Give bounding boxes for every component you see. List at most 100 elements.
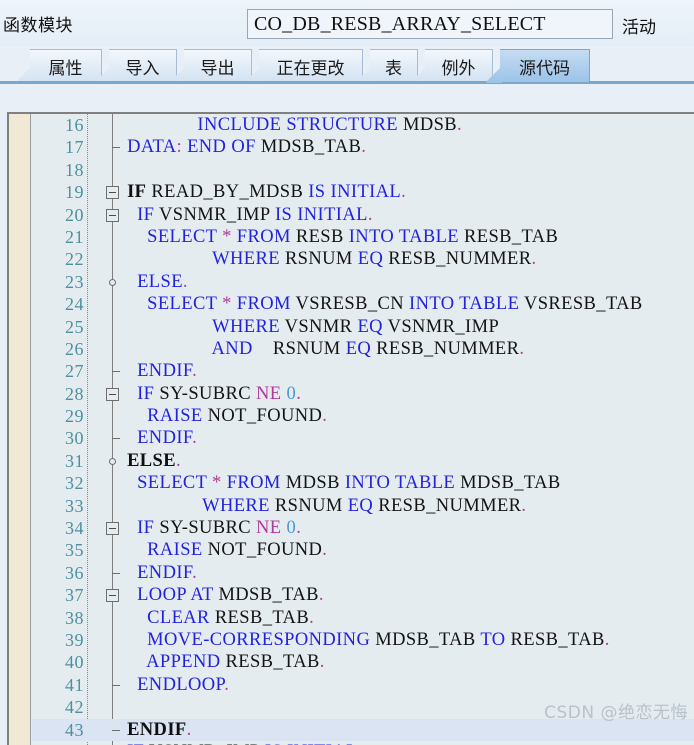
token-kw: WHERE: [212, 316, 280, 337]
line-number: 35: [65, 540, 84, 561]
token-id: VSNMR_IMP: [154, 204, 275, 225]
line-number: 39: [65, 629, 84, 650]
token-kwb: ENDIF: [127, 719, 187, 740]
code-line[interactable]: 42: [32, 696, 694, 718]
code-text: ENDIF.: [117, 427, 197, 449]
token-pun: .: [367, 204, 373, 225]
token-kw: IF: [137, 204, 155, 225]
token-id: [117, 406, 147, 426]
code-line[interactable]: 35 RAISE NOT_FOUND.: [32, 539, 694, 561]
code-text: IF VSNMR_IMP IS INITIAL: [117, 741, 358, 745]
token-kw: INTO TABLE: [409, 294, 520, 315]
token-star: *: [222, 226, 232, 247]
token-id: MDSB_TAB: [213, 585, 319, 606]
code-line[interactable]: 29 RAISE NOT_FOUND.: [32, 405, 694, 427]
code-scroll-area[interactable]: 16 INCLUDE STRUCTURE MDSB. 17 DATA: END O…: [32, 114, 694, 745]
token-kw: EQ: [357, 316, 383, 337]
code-line[interactable]: 34 IF SY-SUBRC NE 0.: [32, 517, 694, 539]
line-number: 25: [65, 316, 84, 337]
token-pun: .: [192, 361, 198, 382]
line-number: 42: [65, 697, 84, 718]
code-line[interactable]: 31 ELSE.: [32, 450, 694, 472]
token-pun: NE: [256, 383, 282, 404]
code-line[interactable]: 17 DATA: END OF MDSB_TAB.: [32, 136, 694, 158]
code-line[interactable]: 32 SELECT * FROM MDSB INTO TABLE MDSB_TA…: [32, 472, 694, 494]
token-kw: ENDIF: [137, 562, 193, 583]
line-number: 30: [65, 428, 84, 449]
token-kw: ELSE: [137, 271, 183, 292]
token-pun: .: [192, 428, 198, 449]
code-text: SELECT * FROM RESB INTO TABLE RESB_TAB: [117, 226, 558, 248]
editor-left-margin: [9, 114, 31, 745]
code-line[interactable]: 27 ENDIF.: [32, 360, 694, 382]
code-line[interactable]: 25 WHERE VSNMR EQ VSNMR_IMP: [32, 316, 694, 338]
token-id: RESB_TAB: [505, 629, 605, 650]
code-line[interactable]: 24 SELECT * FROM VSRESB_CN INTO TABLE VS…: [32, 293, 694, 315]
token-id: SY-SUBRC: [154, 383, 257, 404]
code-line[interactable]: 19 IF READ_BY_MDSB IS INITIAL.: [32, 181, 694, 203]
code-line[interactable]: 26 AND RSNUM EQ RESB_NUMMER.: [32, 338, 694, 360]
token-kw: RAISE: [147, 406, 203, 427]
code-line[interactable]: 41 ENDLOOP.: [32, 674, 694, 696]
token-id: RESB_TAB: [209, 607, 310, 628]
token-star: *: [212, 473, 222, 494]
code-line[interactable]: 38 CLEAR RESB_TAB.: [32, 607, 694, 629]
tab-0[interactable]: 属性: [30, 49, 102, 82]
tab-1[interactable]: 导入: [109, 49, 177, 82]
tab-6[interactable]: 源代码: [500, 49, 590, 82]
code-line[interactable]: 22 WHERE RSNUM EQ RESB_NUMMER.: [32, 248, 694, 270]
token-kw: RAISE: [147, 540, 203, 561]
tab-2[interactable]: 导出: [184, 49, 252, 82]
token-id: [117, 496, 202, 516]
code-text: IF READ_BY_MDSB IS INITIAL.: [117, 181, 406, 203]
code-text: ENDIF.: [117, 719, 192, 741]
token-pun: .: [361, 137, 367, 158]
token-kwb: ELSE: [127, 450, 176, 471]
line-number: 22: [65, 249, 84, 270]
code-line[interactable]: 39 MOVE-CORRESPONDING MDSB_TAB TO RESB_T…: [32, 629, 694, 651]
tab-4[interactable]: 表: [370, 49, 418, 82]
code-line[interactable]: 36 ENDIF.: [32, 562, 694, 584]
source-code-editor[interactable]: 16 INCLUDE STRUCTURE MDSB. 17 DATA: END O…: [7, 112, 694, 745]
code-text: CLEAR RESB_TAB.: [117, 607, 314, 629]
code-line[interactable]: 40 APPEND RESB_TAB.: [32, 651, 694, 673]
code-text: RAISE NOT_FOUND.: [117, 405, 327, 427]
tab-3[interactable]: 正在更改: [259, 49, 363, 82]
code-line[interactable]: 20 IF VSNMR_IMP IS INITIAL.: [32, 204, 694, 226]
code-text: ENDIF.: [117, 562, 197, 584]
code-line[interactable]: 16 INCLUDE STRUCTURE MDSB.: [32, 114, 694, 136]
code-line[interactable]: 33 WHERE RSNUM EQ RESB_NUMMER.: [32, 495, 694, 517]
code-line[interactable]: 18: [32, 159, 694, 181]
token-id: MDSB_TAB: [255, 137, 362, 158]
tab-bar: 属性 导入 导出 正在更改 表 例外 源代码: [0, 46, 694, 84]
status-badge: 活动: [622, 18, 656, 38]
code-line[interactable]: 28 IF SY-SUBRC NE 0.: [32, 383, 694, 405]
code-line[interactable]: 23 ELSE.: [32, 271, 694, 293]
token-id: [117, 563, 137, 583]
code-line[interactable]: 30 ENDIF.: [32, 427, 694, 449]
token-id: [117, 182, 127, 202]
token-kw: WHERE: [202, 495, 270, 516]
token-kw: ENDIF: [137, 428, 193, 449]
code-text: IF VSNMR_IMP IS INITIAL.: [117, 204, 373, 226]
code-text: ENDLOOP.: [117, 674, 229, 696]
token-id: NOT_FOUND: [202, 406, 323, 427]
token-num: 0: [286, 383, 297, 404]
token-id: [117, 540, 147, 560]
tab-5[interactable]: 例外: [425, 49, 493, 82]
line-number: 38: [65, 607, 84, 628]
code-line[interactable]: 44 IF VSNMR_IMP IS INITIAL: [32, 741, 694, 745]
code-line[interactable]: 43 ENDIF.: [32, 718, 694, 741]
token-id: [117, 294, 147, 314]
token-id: RESB_NUMMER: [373, 495, 522, 516]
token-id: MDSB_TAB: [455, 473, 561, 494]
token-id: NOT_FOUND: [202, 540, 323, 561]
code-line[interactable]: 21 SELECT * FROM RESB INTO TABLE RESB_TA…: [32, 226, 694, 248]
token-id: RSNUM: [269, 495, 348, 516]
tab-slant-edge: [15, 49, 49, 83]
function-module-name-input[interactable]: CO_DB_RESB_ARRAY_SELECT: [247, 9, 613, 39]
function-module-editor-window: 函数模块 CO_DB_RESB_ARRAY_SELECT 活动 属性 导入 导出 正在…: [0, 0, 694, 745]
code-line[interactable]: 37 LOOP AT MDSB_TAB.: [32, 584, 694, 606]
token-id: VSRESB_CN: [290, 294, 410, 315]
token-id: [117, 249, 212, 269]
